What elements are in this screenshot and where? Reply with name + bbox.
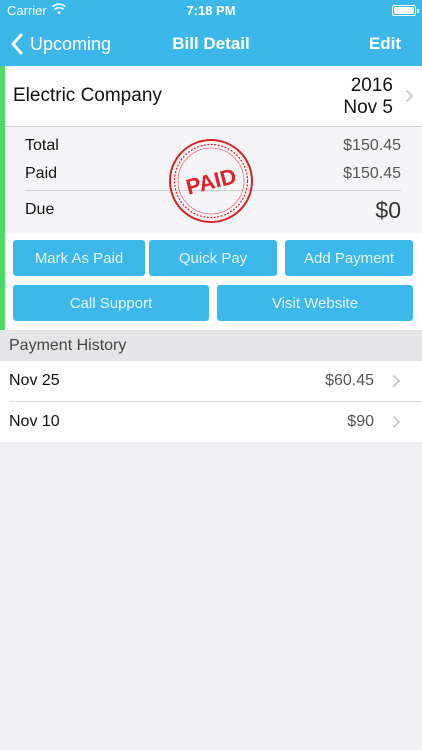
- payment-date: Nov 25: [9, 372, 60, 389]
- payment-history-title: Payment History: [9, 337, 127, 354]
- quick-pay-button[interactable]: Quick Pay: [149, 240, 277, 276]
- bill-year: 2016: [350, 75, 393, 96]
- company-name: Electric Company: [13, 85, 162, 106]
- bill-card: Electric Company 2016 Nov 5 Total $150.4…: [0, 66, 422, 330]
- payment-amount: $90: [347, 413, 374, 430]
- total-value: $150.45: [343, 137, 401, 154]
- bill-summary-row[interactable]: Electric Company 2016 Nov 5: [5, 66, 422, 127]
- payment-history-list: Nov 25 $60.45 Nov 10 $90: [0, 361, 422, 442]
- add-payment-button[interactable]: Add Payment: [285, 240, 413, 276]
- visit-website-button[interactable]: Visit Website: [217, 285, 413, 321]
- payment-amount: $60.45: [325, 372, 374, 389]
- chevron-right-icon: [405, 89, 414, 103]
- battery-icon: [392, 5, 419, 16]
- status-time: 7:18 PM: [186, 3, 236, 18]
- mark-as-paid-button[interactable]: Mark As Paid: [13, 240, 145, 276]
- chevron-right-icon: [392, 415, 401, 429]
- due-label: Due: [25, 201, 55, 218]
- due-value: $0: [375, 197, 401, 223]
- bill-date: 2016 Nov 5: [343, 75, 393, 119]
- call-support-button[interactable]: Call Support: [13, 285, 209, 321]
- payment-history-header: Payment History: [0, 330, 422, 361]
- total-label: Total: [25, 137, 59, 154]
- list-item[interactable]: Nov 10 $90: [0, 402, 422, 442]
- paid-label: Paid: [25, 165, 58, 182]
- bill-day: Nov 5: [343, 97, 393, 118]
- nav-bar: Upcoming Bill Detail Edit: [0, 22, 422, 66]
- header: Carrier 7:18 PM Upcoming Bill Detail Edi…: [0, 0, 422, 66]
- list-item[interactable]: Nov 25 $60.45: [0, 361, 422, 401]
- page-title: Bill Detail: [172, 34, 250, 53]
- edit-button[interactable]: Edit: [369, 34, 401, 54]
- status-bar: Carrier 7:18 PM: [0, 0, 422, 22]
- payment-date: Nov 10: [9, 413, 60, 430]
- stamp-text: PAID: [183, 163, 238, 200]
- paid-value: $150.45: [343, 165, 401, 182]
- chevron-right-icon: [392, 374, 401, 388]
- paid-stamp: PAID: [169, 139, 253, 223]
- action-buttons: Mark As Paid Quick Pay Add Payment Call …: [5, 233, 422, 330]
